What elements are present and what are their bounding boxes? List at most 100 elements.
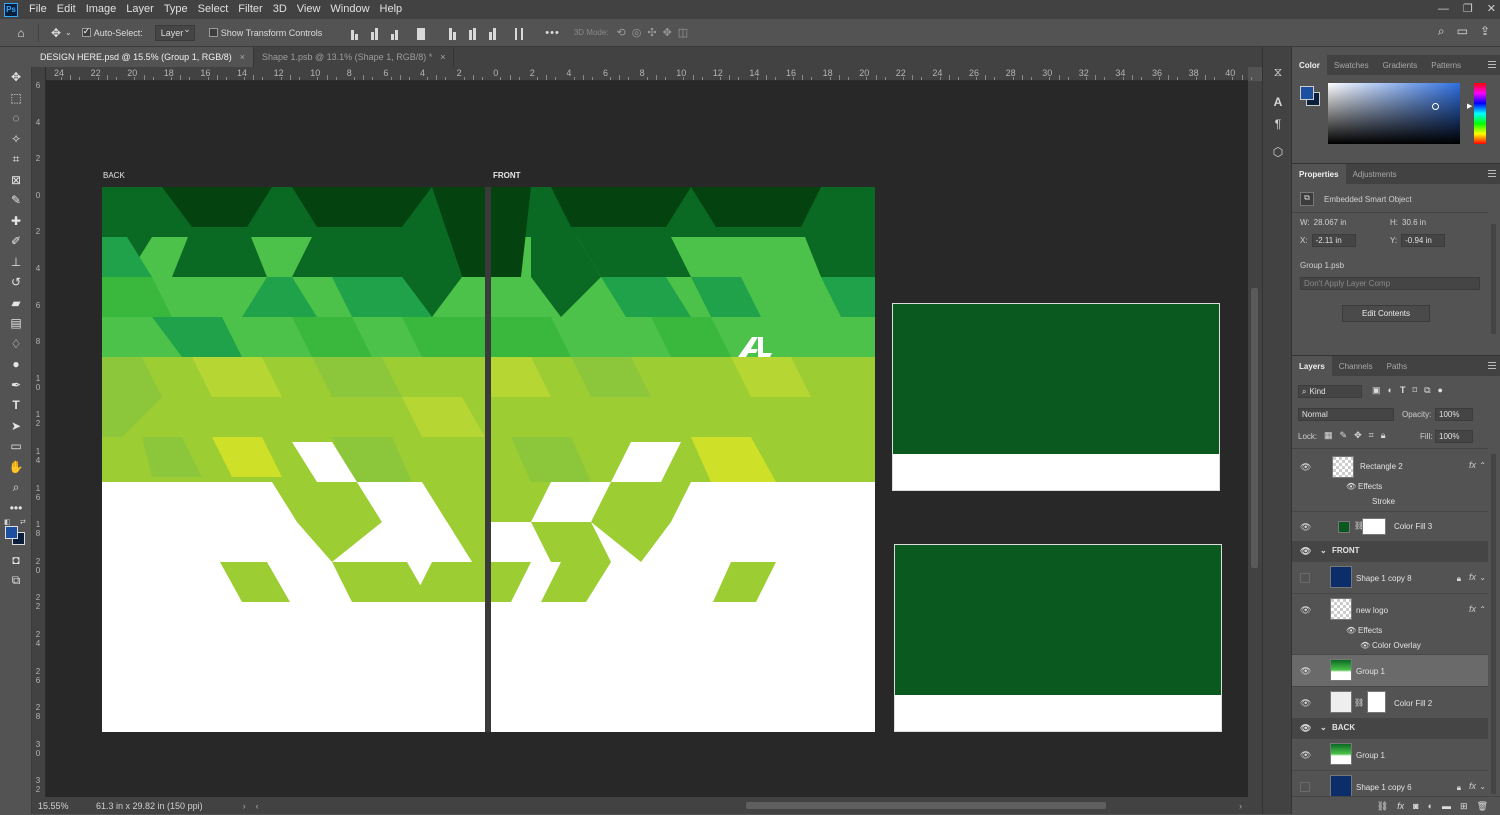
close-icon[interactable]: ✕	[1487, 0, 1496, 19]
panel-menu-icon[interactable]	[1488, 61, 1496, 68]
menu-select[interactable]: Select	[193, 0, 234, 19]
search-icon[interactable]: ⌕	[1438, 24, 1445, 39]
visibility-toggle-off[interactable]	[1300, 573, 1310, 583]
effects-visibility-icon[interactable]: 👁︎	[1346, 626, 1356, 635]
history-brush-icon[interactable]: ↺	[0, 272, 32, 293]
show-transform-checkbox[interactable]	[208, 28, 218, 37]
visibility-eye-icon[interactable]: 👁︎	[1300, 750, 1311, 760]
brush-tool-icon[interactable]: ✐	[0, 231, 32, 252]
height-value[interactable]: 30.6 in	[1402, 218, 1426, 227]
layer-color-overlay-effect[interactable]: 👁︎ Color Overlay	[1292, 639, 1488, 654]
blend-mode-select[interactable]: Normal	[1298, 408, 1394, 421]
minimize-icon[interactable]: —	[1438, 0, 1449, 19]
3d-roll-icon[interactable]: ◎	[632, 26, 642, 39]
opacity-field[interactable]: 100%	[1435, 408, 1473, 421]
color-fill-2-mockup[interactable]	[894, 544, 1222, 732]
panel-menu-icon[interactable]	[1488, 362, 1496, 369]
add-style-icon[interactable]: fx	[1397, 801, 1404, 811]
tab-layers[interactable]: Layers	[1292, 356, 1332, 376]
back-artboard[interactable]	[102, 187, 485, 732]
auto-select-target-select[interactable]: Layer	[154, 24, 195, 41]
align-center-h-icon[interactable]	[367, 26, 381, 40]
expand-effects-icon[interactable]: ⌃	[1479, 605, 1486, 614]
width-value[interactable]: 28.067 in	[1314, 218, 1347, 227]
document-canvas[interactable]: BACK FRONT	[46, 81, 1248, 797]
horizontal-scroll-thumb[interactable]	[746, 802, 1106, 809]
3d-scale-icon[interactable]: ◫	[678, 26, 688, 39]
menu-edit[interactable]: Edit	[52, 0, 81, 19]
align-top-icon[interactable]	[445, 26, 459, 40]
filter-pixel-icon[interactable]: ▣	[1372, 385, 1381, 396]
fx-icon[interactable]: fx	[1469, 460, 1476, 470]
visibility-toggle-off[interactable]	[1300, 782, 1310, 792]
layer-shape-1-copy-8[interactable]: Shape 1 copy 8 🔒︎ fx ⌄	[1292, 561, 1488, 593]
3d-pan-icon[interactable]: ✣	[647, 26, 656, 39]
layer-group-front[interactable]: 👁︎ ⌄ FRONT	[1292, 541, 1488, 561]
new-group-icon[interactable]: ▬	[1442, 801, 1451, 811]
tab-design-here[interactable]: DESIGN HERE.psd @ 15.5% (Group 1, RGB/8)…	[32, 47, 254, 67]
layer-group-1-back[interactable]: 👁︎ Group 1	[1292, 738, 1488, 770]
dodge-tool-icon[interactable]: ●	[0, 354, 32, 375]
marquee-tool-icon[interactable]: ⬚	[0, 88, 32, 109]
zoom-level[interactable]: 15.55%	[38, 801, 82, 811]
expand-effects-icon[interactable]: ⌄	[1479, 782, 1486, 791]
paragraph-panel-icon[interactable]: ¶	[1263, 113, 1293, 135]
align-right-icon[interactable]	[387, 26, 401, 40]
fx-icon[interactable]: fx	[1469, 604, 1476, 614]
type-tool-icon[interactable]: T	[0, 395, 32, 416]
delete-layer-icon[interactable]: 🗑︎	[1477, 801, 1488, 812]
lock-position-icon[interactable]: ✥	[1354, 430, 1362, 441]
tab-adjustments[interactable]: Adjustments	[1346, 164, 1404, 184]
quick-mask-icon[interactable]: ◘	[0, 550, 32, 571]
foreground-color-swatch[interactable]	[5, 526, 18, 539]
visibility-eye-icon[interactable]: 👁︎	[1300, 522, 1311, 532]
healing-brush-icon[interactable]: ✚	[0, 211, 32, 232]
color-foreground-swatch[interactable]	[1300, 86, 1314, 100]
path-selection-icon[interactable]: ➤	[0, 416, 32, 437]
gradient-icon[interactable]: ▤	[0, 313, 32, 334]
filter-toggle-icon[interactable]: ●	[1438, 385, 1443, 396]
layer-effects-row[interactable]: 👁︎ Effects	[1292, 624, 1488, 639]
rectangle-2-mockup[interactable]	[892, 303, 1220, 491]
distribute-v-icon[interactable]	[512, 26, 526, 40]
menu-type[interactable]: Type	[159, 0, 193, 19]
layer-stroke-effect[interactable]: Stroke	[1292, 495, 1488, 510]
horizontal-scrollbar[interactable]	[232, 797, 1242, 814]
color-picker-cursor[interactable]	[1432, 103, 1439, 110]
more-options-icon[interactable]: •••	[545, 27, 560, 39]
add-mask-icon[interactable]: ◙	[1413, 801, 1418, 811]
visibility-eye-icon[interactable]: 👁︎	[1300, 698, 1311, 708]
lock-transparent-icon[interactable]: ▦	[1324, 430, 1333, 441]
fx-icon[interactable]: fx	[1469, 572, 1476, 582]
visibility-eye-icon[interactable]: 👁︎	[1300, 723, 1311, 733]
layer-comp-select[interactable]: Don't Apply Layer Comp	[1300, 277, 1480, 290]
move-tool-icon[interactable]: ✥	[47, 24, 65, 42]
3d-panel-icon[interactable]: ⬡	[1263, 141, 1293, 163]
tab-swatches[interactable]: Swatches	[1327, 55, 1376, 75]
align-middle-v-icon[interactable]	[465, 26, 479, 40]
layer-color-fill-3[interactable]: 👁︎ ⛓︎ Color Fill 3	[1292, 511, 1488, 541]
new-adjustment-icon[interactable]: ◐	[1428, 801, 1433, 811]
menu-window[interactable]: Window	[325, 0, 374, 19]
crop-tool-icon[interactable]: ⌗	[0, 149, 32, 170]
menu-view[interactable]: View	[292, 0, 326, 19]
lock-all-icon[interactable]: 🔒︎	[1381, 430, 1386, 441]
layer-group-back[interactable]: 👁︎ ⌄ BACK	[1292, 718, 1488, 738]
lock-artboard-icon[interactable]: ⌗	[1369, 430, 1374, 441]
link-layers-icon[interactable]: ⛓︎	[1377, 801, 1388, 812]
layer-effects-row[interactable]: 👁︎ Effects	[1292, 480, 1488, 495]
new-layer-icon[interactable]: ⊞	[1460, 801, 1468, 812]
layer-group-1-selected[interactable]: 👁︎ Group 1	[1292, 654, 1488, 686]
home-icon[interactable]: ⌂	[12, 24, 30, 42]
menu-file[interactable]: File	[24, 0, 52, 19]
3d-orbit-icon[interactable]: ⟲	[617, 26, 626, 39]
filter-smart-icon[interactable]: ⧉	[1424, 385, 1430, 396]
color-overlay-visibility-icon[interactable]: 👁︎	[1360, 641, 1370, 650]
properties-scrollbar[interactable]	[1491, 224, 1496, 334]
menu-3d[interactable]: 3D	[268, 0, 292, 19]
menu-filter[interactable]: Filter	[233, 0, 267, 19]
screen-mode-icon[interactable]: ⧉	[0, 571, 32, 592]
frame-tool-icon[interactable]: ⊠	[0, 170, 32, 191]
visibility-eye-icon[interactable]: 👁︎	[1300, 666, 1311, 676]
group-collapse-icon[interactable]: ⌄	[1320, 546, 1327, 555]
